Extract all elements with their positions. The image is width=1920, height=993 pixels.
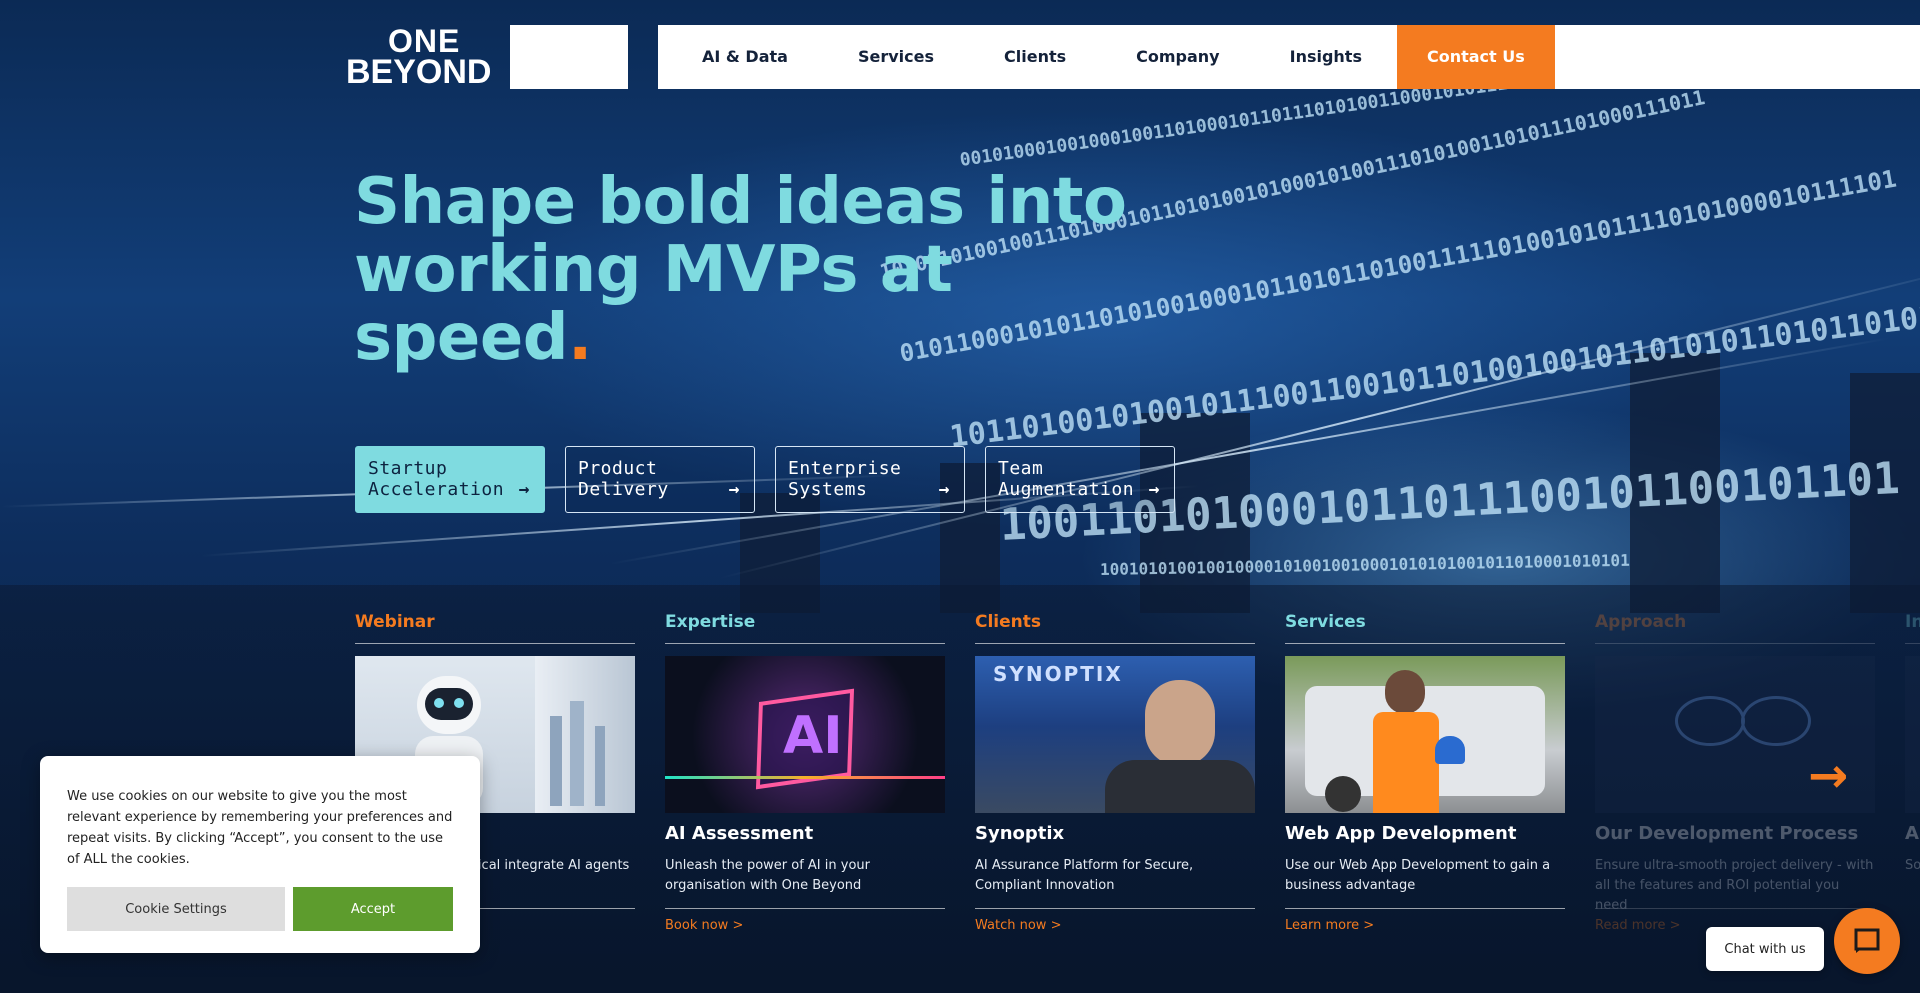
infinity-loop: [1741, 696, 1811, 746]
carousel-next-arrow-icon[interactable]: →: [1808, 748, 1848, 804]
card-divider: [1285, 908, 1565, 909]
card-expertise[interactable]: Expertise AI AI Assessment Unleash the p…: [665, 612, 945, 933]
card-divider: [665, 908, 945, 909]
headline-accent-dot: .: [568, 301, 592, 375]
one-beyond-logo[interactable]: ONE BEYOND: [346, 23, 506, 91]
card-category: Services: [1285, 612, 1565, 644]
robot-face: [425, 688, 473, 720]
engineer-image: [1285, 656, 1565, 813]
team-augmentation-button[interactable]: Team Augmentation →: [985, 446, 1175, 513]
headline-line-2: working MVPs at speed: [354, 233, 953, 375]
cta-label: Enterprise Systems: [788, 458, 902, 500]
chat-with-us-bubble[interactable]: Chat with us: [1706, 927, 1824, 971]
building-silhouette: [550, 716, 562, 806]
product-delivery-button[interactable]: Product Delivery →: [565, 446, 755, 513]
headline-line-1: Shape bold ideas into: [354, 165, 1127, 239]
card-insights-partial[interactable]: In AI So te: [1905, 612, 1920, 896]
card-category: Expertise: [665, 612, 945, 644]
logo-text-beyond: BEYOND: [346, 53, 492, 91]
worker-head: [1385, 670, 1425, 714]
chat-icon: [1854, 928, 1880, 953]
cta-label: Product Delivery: [578, 458, 669, 500]
arrow-right-icon: →: [1148, 479, 1160, 500]
card-description: Unleash the power of AI in your organisa…: [665, 858, 870, 893]
hero-cta-group: Startup Acceleration → Product Delivery …: [355, 446, 1175, 513]
enterprise-systems-button[interactable]: Enterprise Systems →: [775, 446, 965, 513]
robot-eye: [434, 698, 444, 708]
nav-clients[interactable]: Clients: [969, 25, 1101, 89]
book-now-link[interactable]: Book now >: [665, 918, 945, 933]
arrow-right-icon: →: [728, 479, 740, 500]
hero-headline: Shape bold ideas into working MVPs at sp…: [354, 168, 1174, 372]
synoptix-sign: SYNOPTIX: [993, 662, 1123, 686]
nav-ai-data[interactable]: AI & Data: [658, 25, 823, 89]
cookie-message: We use cookies on our website to give yo…: [67, 789, 453, 867]
learn-more-link[interactable]: Learn more >: [1285, 918, 1565, 933]
arrow-right-icon: →: [518, 479, 530, 500]
card-description: Ensure ultra-smooth project delivery - w…: [1595, 858, 1874, 913]
worker-vest: [1373, 712, 1439, 813]
card-description: AI Assurance Platform for Secure, Compli…: [975, 858, 1194, 893]
logo-white-panel: [510, 25, 628, 89]
card-title: AI: [1905, 823, 1920, 844]
nav-company[interactable]: Company: [1101, 25, 1254, 89]
infinity-loop: [1675, 696, 1745, 746]
card-divider: [1595, 908, 1875, 909]
card-category: In: [1905, 612, 1920, 644]
card-title: Our Development Process: [1595, 823, 1859, 844]
cta-label: Startup Acceleration: [368, 458, 505, 500]
ai-glyph: AI: [783, 706, 843, 766]
card-title: Web App Development: [1285, 823, 1517, 844]
nav-insights[interactable]: Insights: [1255, 25, 1397, 89]
card-image: [1905, 656, 1920, 813]
cookie-settings-button[interactable]: Cookie Settings: [67, 887, 285, 931]
cookie-accept-button[interactable]: Accept: [293, 887, 453, 931]
card-title: AI Assessment: [665, 823, 814, 844]
card-category: Approach: [1595, 612, 1875, 644]
startup-acceleration-button[interactable]: Startup Acceleration →: [355, 446, 545, 513]
building-silhouette: [595, 726, 605, 806]
card-title: Synoptix: [975, 823, 1065, 844]
circuit-trace: [665, 776, 945, 779]
cta-label: Team Augmentation: [998, 458, 1135, 500]
presenter-body: [1105, 760, 1255, 813]
building-silhouette: [570, 701, 584, 806]
robot-eye: [454, 698, 464, 708]
cookie-actions: Cookie Settings Accept: [67, 887, 454, 931]
synoptix-video-thumbnail: SYNOPTIX: [975, 656, 1255, 813]
contact-us-button[interactable]: Contact Us: [1396, 25, 1555, 89]
card-category: Clients: [975, 612, 1255, 644]
hard-hat: [1435, 736, 1465, 764]
nav-services[interactable]: Services: [823, 25, 969, 89]
card-divider: [975, 908, 1255, 909]
arrow-right-icon: →: [938, 479, 950, 500]
watch-now-link[interactable]: Watch now >: [975, 918, 1255, 933]
van-wheel: [1325, 776, 1361, 812]
main-navigation: AI & Data Services Clients Company Insig…: [658, 25, 1920, 89]
cookie-consent-banner: We use cookies on our website to give yo…: [40, 756, 480, 953]
chat-launcher-button[interactable]: [1834, 908, 1900, 974]
card-description: So te: [1905, 858, 1920, 873]
ai-chip-image: AI: [665, 656, 945, 813]
card-services[interactable]: Services Web App Development Use our Web…: [1285, 612, 1565, 933]
insights-carousel: Webinar Agents pletide share practical i…: [355, 612, 1920, 993]
card-category: Webinar: [355, 612, 635, 644]
card-clients[interactable]: Clients SYNOPTIX Synoptix AI Assurance P…: [975, 612, 1255, 933]
card-description: Use our Web App Development to gain a bu…: [1285, 858, 1551, 893]
presenter-head: [1145, 680, 1215, 766]
